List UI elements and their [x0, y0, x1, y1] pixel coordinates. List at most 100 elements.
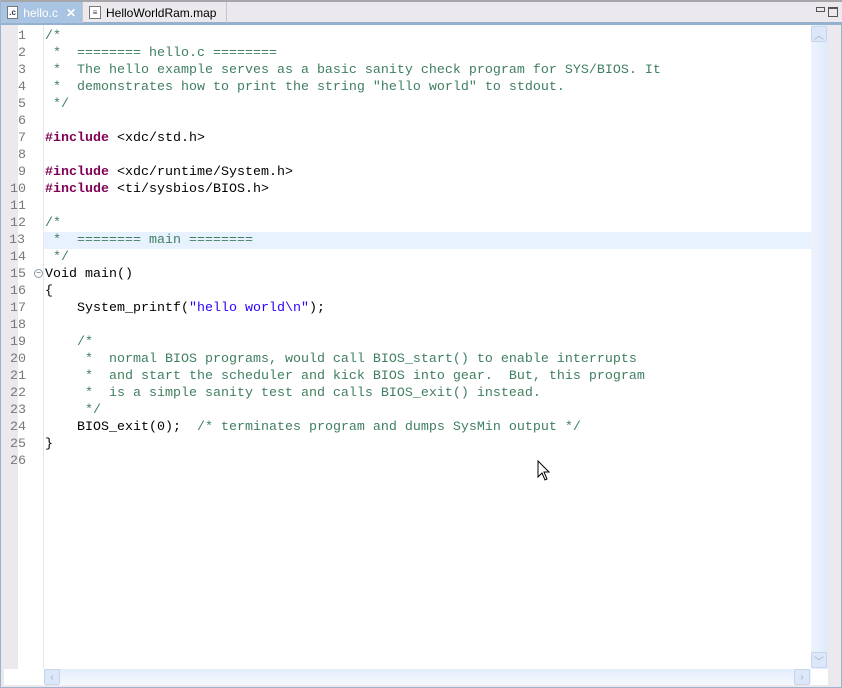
code-line[interactable]: 10 #include <ti/sysbios/BIOS.h>: [10, 181, 811, 198]
line-number: 13: [9, 233, 25, 248]
code-token: * demonstrates how to print the string "…: [45, 80, 565, 95]
code-line[interactable]: 12 /*: [10, 215, 811, 232]
code-token: * ======== main ========: [45, 233, 253, 248]
code-token: #include: [45, 131, 109, 146]
code-token: /*: [45, 335, 93, 350]
code-token: * The hello example serves as a basic sa…: [45, 63, 661, 78]
code-token: <xdc/runtime/System.h>: [109, 165, 293, 180]
close-icon[interactable]: ✕: [66, 6, 76, 20]
c-file-icon: .c: [7, 6, 19, 19]
code-line[interactable]: 19 /*: [10, 334, 811, 351]
code-line[interactable]: 18: [10, 317, 811, 334]
line-number: 1: [18, 29, 26, 44]
line-number: 4: [18, 80, 26, 95]
code-token: System_printf(: [45, 301, 189, 316]
code-area[interactable]: 1/* 2 * ======== hello.c ======== 3 * The …: [9, 28, 811, 470]
code-line[interactable]: 11: [10, 198, 811, 215]
vertical-scrollbar[interactable]: ︿ ﹀: [811, 25, 828, 669]
line-number: 21: [10, 369, 26, 384]
code-line[interactable]: 20 * normal BIOS programs, would call BI…: [10, 351, 811, 368]
text-file-icon: ≡: [89, 6, 101, 19]
line-number: 6: [18, 114, 26, 129]
code-line[interactable]: 9 #include <xdc/runtime/System.h>: [18, 164, 811, 181]
code-token: }: [45, 437, 53, 452]
scroll-down-button[interactable]: ﹀: [811, 652, 827, 668]
code-line[interactable]: 4 * demonstrates how to print the string…: [18, 79, 811, 96]
line-number: 17: [10, 301, 26, 316]
line-number: 20: [10, 352, 26, 367]
code-token: #include: [45, 165, 109, 180]
horizontal-scrollbar[interactable]: ‹ ›: [44, 669, 811, 685]
code-token: BIOS_exit(0);: [45, 420, 197, 435]
fold-collapse-icon[interactable]: −: [34, 269, 43, 278]
line-number: 24: [10, 420, 26, 435]
line-number: 11: [10, 199, 26, 214]
code-token: <ti/sysbios/BIOS.h>: [109, 182, 269, 197]
line-number: 10: [10, 182, 26, 197]
code-line[interactable]: 3 * The hello example serves as a basic …: [18, 62, 811, 79]
tab-label: HelloWorldRam.map: [106, 5, 217, 20]
line-number: 23: [10, 403, 26, 418]
code-token: );: [308, 301, 325, 316]
line-number: 18: [10, 318, 26, 333]
line-number: 12: [10, 216, 26, 231]
tab-helloworldram-map[interactable]: ≡ HelloWorldRam.map: [83, 2, 227, 23]
code-line[interactable]: 5 */: [18, 96, 811, 113]
code-line[interactable]: 25}: [10, 436, 811, 453]
line-number: 26: [10, 454, 26, 469]
code-token: * ======== hello.c ========: [45, 46, 277, 61]
line-number: 15: [10, 267, 26, 282]
code-line[interactable]: 7 #include <xdc/std.h>: [18, 130, 811, 147]
line-number: 7: [18, 131, 26, 146]
minimize-button[interactable]: [816, 7, 825, 12]
code-token: Void main(): [45, 267, 133, 282]
code-token: */: [45, 250, 69, 265]
line-number: 19: [10, 335, 26, 350]
code-token: #include: [45, 182, 109, 197]
mouse-pointer-icon: [537, 460, 551, 481]
code-line[interactable]: 24 BIOS_exit(0); /* terminates program a…: [10, 419, 811, 436]
code-line[interactable]: 17 System_printf("hello world\n");: [10, 300, 811, 317]
code-line[interactable]: 22 * is a simple sanity test and calls B…: [10, 385, 811, 402]
line-number: 8: [18, 148, 26, 163]
editor-window: .c hello.c ✕ ≡ HelloWorldRam.map 1/* 2 * …: [0, 0, 842, 688]
scroll-left-button[interactable]: ‹: [44, 669, 60, 685]
line-number: 22: [10, 386, 26, 401]
code-token: "hello world\n": [188, 301, 309, 316]
line-number: 16: [10, 284, 26, 299]
tab-label: hello.c: [23, 5, 58, 20]
code-token: */: [45, 403, 101, 418]
code-line[interactable]: 2 * ======== hello.c ========: [18, 45, 811, 62]
code-line[interactable]: 14 */: [10, 249, 811, 266]
line-number: 25: [10, 437, 26, 452]
code-line[interactable]: 6: [18, 113, 811, 130]
code-token: * is a simple sanity test and calls BIOS…: [45, 386, 541, 401]
code-token: /*: [45, 29, 61, 44]
code-line[interactable]: 21 * and start the scheduler and kick BI…: [10, 368, 811, 385]
code-line[interactable]: 13 * ======== main ========: [9, 232, 811, 249]
code-line[interactable]: 16 {: [10, 283, 811, 300]
code-line[interactable]: 1 /*: [18, 28, 811, 45]
tab-hello-c[interactable]: .c hello.c ✕: [1, 2, 83, 23]
scroll-right-button[interactable]: ›: [794, 669, 810, 685]
code-line[interactable]: 15− Void main(): [10, 266, 811, 283]
code-token: /*: [45, 216, 61, 231]
code-token: {: [45, 284, 53, 299]
tab-bar: .c hello.c ✕ ≡ HelloWorldRam.map: [1, 0, 842, 25]
line-number: 5: [18, 97, 26, 112]
code-editor[interactable]: 1/* 2 * ======== hello.c ======== 3 * The …: [4, 25, 839, 685]
line-number: 14: [10, 250, 26, 265]
code-line[interactable]: 26: [10, 453, 811, 470]
overview-ruler: [828, 25, 839, 685]
line-number: 9: [18, 165, 26, 180]
line-number: 2: [18, 46, 26, 61]
code-token: <xdc/std.h>: [109, 131, 205, 146]
code-token: * and start the scheduler and kick BIOS …: [45, 369, 645, 384]
code-token: */: [45, 97, 69, 112]
line-number: 3: [18, 63, 26, 78]
code-line[interactable]: 8: [18, 147, 811, 164]
scroll-up-button[interactable]: ︿: [811, 26, 827, 42]
maximize-button[interactable]: [828, 7, 838, 17]
code-line[interactable]: 23 */: [10, 402, 811, 419]
code-token: /* terminates program and dumps SysMin o…: [196, 420, 581, 435]
